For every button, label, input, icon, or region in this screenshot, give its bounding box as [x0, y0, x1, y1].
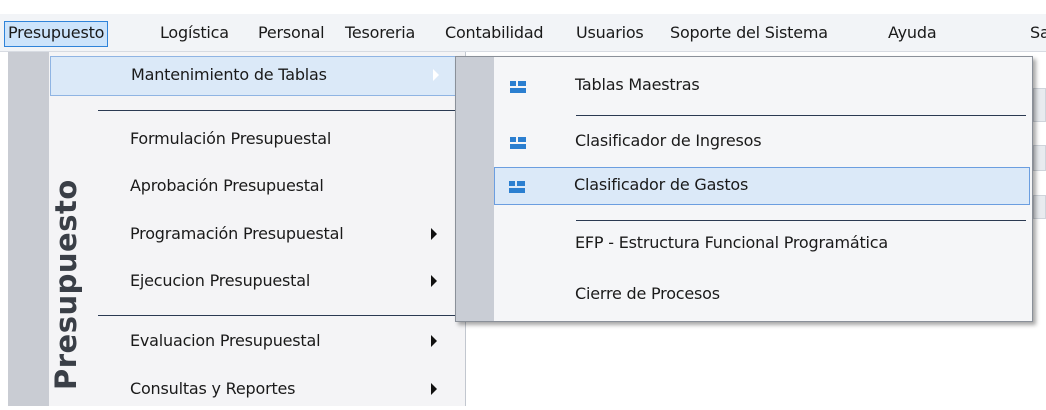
presupuesto-dropdown: Presupuesto Mantenimiento de Tablas Form…: [8, 52, 466, 406]
submenu-item-label: Tablas Maestras: [575, 75, 700, 94]
submenu-icon-column: [456, 57, 494, 321]
submenu-arrow-icon: [431, 275, 437, 287]
menu-item-label: Aprobación Presupuestal: [130, 176, 324, 195]
menu-contabilidad[interactable]: Contabilidad: [445, 23, 544, 42]
menu-logistica[interactable]: Logística: [160, 23, 229, 42]
menu-item-aprobacion-presupuestal[interactable]: Aprobación Presupuestal: [49, 167, 466, 207]
submenu-arrow-icon: [431, 383, 437, 395]
table-icon: [509, 181, 525, 193]
background-window-fragment: [1033, 88, 1046, 122]
submenu-arrow-icon: [431, 228, 437, 240]
window-top-strip: [0, 0, 1046, 14]
submenu-item-label: Clasificador de Gastos: [574, 175, 749, 194]
submenu-arrow-icon: [431, 335, 437, 347]
menu-separator: [98, 110, 458, 111]
menu-presupuesto[interactable]: Presupuesto: [4, 21, 109, 47]
submenu-item-label: EFP - Estructura Funcional Programática: [575, 233, 888, 252]
menu-item-evaluacion-presupuestal[interactable]: Evaluacion Presupuestal: [49, 322, 466, 362]
menu-tesoreria[interactable]: Tesoreria: [345, 23, 415, 42]
menu-item-ejecucion-presupuestal[interactable]: Ejecucion Presupuestal: [49, 262, 466, 302]
submenu-item-clasificador-de-ingresos[interactable]: Clasificador de Ingresos: [495, 123, 1028, 161]
submenu-item-tablas-maestras[interactable]: Tablas Maestras: [495, 67, 1028, 105]
submenu-arrow-icon: [433, 69, 439, 81]
menu-item-label: Mantenimiento de Tablas: [131, 65, 327, 84]
main-menubar: Presupuesto Logística Personal Tesoreria…: [0, 14, 1046, 52]
menu-item-consultas-y-reportes[interactable]: Consultas y Reportes: [49, 370, 466, 410]
submenu-item-label: Clasificador de Ingresos: [575, 131, 762, 150]
menu-item-label: Evaluacion Presupuestal: [130, 331, 321, 350]
menu-item-label: Formulación Presupuestal: [130, 129, 332, 148]
submenu-item-efp-estructura-funcional-programatica[interactable]: EFP - Estructura Funcional Programática: [495, 225, 1028, 263]
dropdown-side-banner: [8, 52, 49, 406]
submenu-item-clasificador-de-gastos[interactable]: Clasificador de Gastos: [494, 167, 1030, 205]
menu-truncated-item[interactable]: Sa: [1030, 23, 1046, 42]
menu-usuarios[interactable]: Usuarios: [576, 23, 644, 42]
menu-item-programacion-presupuestal[interactable]: Programación Presupuestal: [49, 215, 466, 255]
submenu-separator: [576, 115, 1026, 116]
menu-item-label: Ejecucion Presupuestal: [130, 271, 311, 290]
table-icon: [510, 137, 526, 149]
mantenimiento-de-tablas-submenu: Tablas Maestras Clasificador de Ingresos…: [455, 56, 1033, 322]
menu-ayuda[interactable]: Ayuda: [888, 23, 937, 42]
menu-item-label: Consultas y Reportes: [130, 379, 296, 398]
submenu-item-cierre-de-procesos[interactable]: Cierre de Procesos: [495, 276, 1028, 314]
table-icon: [510, 81, 526, 93]
menu-soporte-del-sistema[interactable]: Soporte del Sistema: [670, 23, 828, 42]
submenu-item-label: Cierre de Procesos: [575, 284, 720, 303]
submenu-separator: [576, 220, 1026, 221]
menu-item-mantenimiento-de-tablas[interactable]: Mantenimiento de Tablas: [50, 56, 462, 96]
background-window-fragment: [1033, 145, 1046, 171]
menu-item-label: Programación Presupuestal: [130, 224, 344, 243]
menu-separator: [98, 315, 458, 316]
background-window-fragment: [1033, 195, 1046, 219]
menu-item-formulacion-presupuestal[interactable]: Formulación Presupuestal: [49, 120, 466, 160]
menu-personal[interactable]: Personal: [258, 23, 325, 42]
